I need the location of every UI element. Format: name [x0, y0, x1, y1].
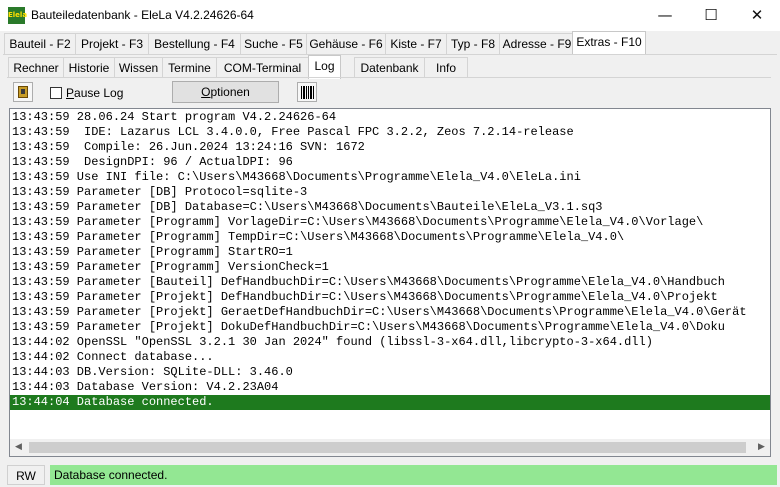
- tab-rechner[interactable]: Rechner: [8, 57, 64, 78]
- tab-wissen[interactable]: Wissen: [114, 57, 163, 78]
- pause-log-label[interactable]: Pause Log: [66, 86, 123, 100]
- tab-adresse[interactable]: Adresse - F9: [499, 33, 575, 54]
- log-line: 13:43:59 Parameter [Projekt] DokuDefHand…: [12, 320, 725, 334]
- log-line: 13:43:59 DesignDPI: 96 / ActualDPI: 96: [12, 155, 293, 169]
- sub-tab-divider: [7, 77, 771, 78]
- log-line: 13:43:59 Parameter [DB] Protocol=sqlite-…: [12, 185, 308, 199]
- log-line: 13:43:59 Parameter [Projekt] GeraetDefHa…: [12, 305, 747, 319]
- tab-info[interactable]: Info: [424, 57, 468, 78]
- file-icon: [18, 86, 28, 98]
- export-log-button[interactable]: [13, 82, 33, 102]
- tab-typ[interactable]: Typ - F8: [446, 33, 500, 54]
- log-line: 13:44:02 OpenSSL "OpenSSL 3.2.1 30 Jan 2…: [12, 335, 653, 349]
- minimize-button[interactable]: —: [642, 0, 688, 31]
- log-line: 13:43:59 Parameter [Programm] VersionChe…: [12, 260, 329, 274]
- log-line: 13:43:59 IDE: Lazarus LCL 3.4.0.0, Free …: [12, 125, 574, 139]
- log-view[interactable]: 13:43:59 28.06.24 Start program V4.2.246…: [9, 108, 771, 457]
- tab-suche[interactable]: Suche - F5: [240, 33, 307, 54]
- pause-log-checkbox[interactable]: [50, 87, 62, 99]
- tab-com-terminal[interactable]: COM-Terminal: [216, 57, 309, 78]
- barcode-button[interactable]: [297, 82, 317, 102]
- log-line: 13:43:59 Parameter [Bauteil] DefHandbuch…: [12, 275, 725, 289]
- log-line: 13:43:59 Parameter [DB] Database=C:\User…: [12, 200, 603, 214]
- log-line: 13:43:59 Parameter [Programm] VorlageDir…: [12, 215, 704, 229]
- log-line: 13:43:59 Compile: 26.Jun.2024 13:24:16 S…: [12, 140, 365, 154]
- status-bar: RW Database connected.: [0, 462, 780, 487]
- log-line: 13:43:59 Parameter [Programm] StartRO=1: [12, 245, 293, 259]
- tab-bauteil[interactable]: Bauteil - F2: [4, 33, 76, 54]
- log-line: 13:43:59 Use INI file: C:\Users\M43668\D…: [12, 170, 581, 184]
- tab-historie[interactable]: Historie: [63, 57, 115, 78]
- horizontal-scrollbar[interactable]: ◀ ▶: [10, 439, 770, 456]
- window-title: Bauteiledatenbank - EleLa V4.2.24626-64: [31, 8, 254, 22]
- app-icon: Elela: [8, 7, 27, 24]
- log-line: 13:44:04 Database connected.: [10, 395, 770, 410]
- scroll-right-icon[interactable]: ▶: [753, 439, 770, 456]
- scrollbar-thumb[interactable]: [29, 442, 746, 453]
- log-line: 13:43:59 Parameter [Programm] TempDir=C:…: [12, 230, 625, 244]
- close-button[interactable]: ✕: [734, 0, 780, 31]
- log-lines: 13:43:59 28.06.24 Start program V4.2.246…: [10, 110, 770, 410]
- tab-bestellung[interactable]: Bestellung - F4: [148, 33, 241, 54]
- status-message: Database connected.: [50, 465, 777, 485]
- tab-log[interactable]: Log: [308, 55, 341, 79]
- options-button[interactable]: Optionen: [172, 81, 279, 103]
- tab-kiste[interactable]: Kiste - F7: [385, 33, 447, 54]
- status-mode: RW: [7, 465, 45, 485]
- maximize-button[interactable]: ☐: [688, 0, 734, 31]
- title-bar: Elela Bauteiledatenbank - EleLa V4.2.246…: [0, 0, 780, 31]
- tab-gehaeuse[interactable]: Gehäuse - F6: [306, 33, 386, 54]
- log-line: 13:43:59 28.06.24 Start program V4.2.246…: [12, 110, 337, 124]
- log-line: 13:44:03 DB.Version: SQLite-DLL: 3.46.0: [12, 365, 293, 379]
- log-line: 13:43:59 Parameter [Projekt] DefHandbuch…: [12, 290, 718, 304]
- tab-termine[interactable]: Termine: [162, 57, 217, 78]
- log-line: 13:44:02 Connect database...: [12, 350, 214, 364]
- scroll-left-icon[interactable]: ◀: [10, 439, 27, 456]
- tab-projekt[interactable]: Projekt - F3: [75, 33, 149, 54]
- tab-divider: [3, 54, 777, 55]
- log-line: 13:44:03 Database Version: V4.2.23A04: [12, 380, 279, 394]
- tab-datenbank[interactable]: Datenbank: [354, 57, 425, 78]
- tab-extras[interactable]: Extras - F10: [572, 31, 646, 55]
